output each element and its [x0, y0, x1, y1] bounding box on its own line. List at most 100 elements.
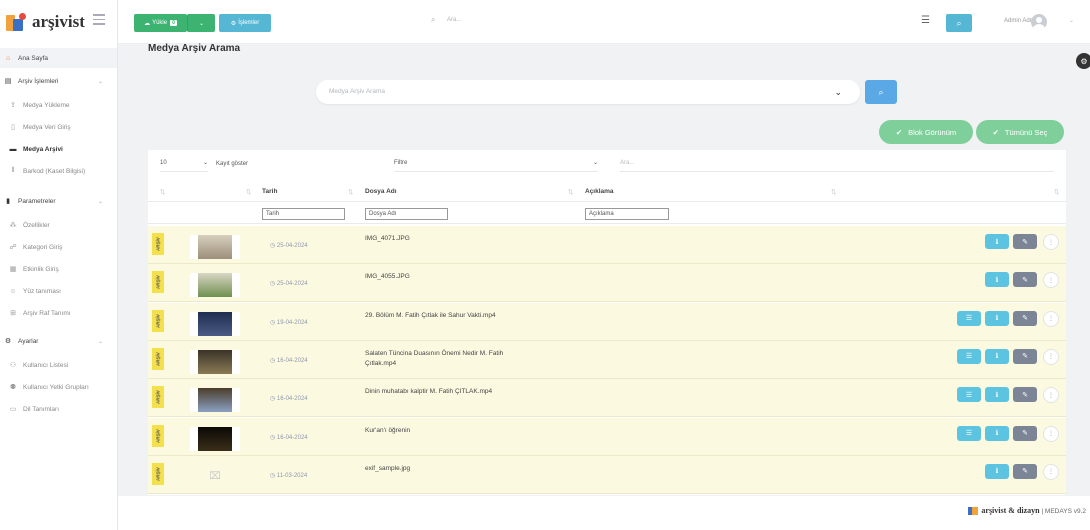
- sidebar-item-languages[interactable]: ▭ Dil Tanımları: [0, 398, 117, 420]
- sidebar-item-face-recognition[interactable]: ☺ Yüz tanıması: [0, 280, 117, 302]
- sidebar-item-barcode[interactable]: ⦀ Barkod (Kaset Bilgisi): [0, 160, 117, 182]
- details-list-button[interactable]: ☰: [957, 348, 981, 364]
- settings-gear-icon[interactable]: ⚙: [1076, 53, 1090, 69]
- sort-icon[interactable]: ⇅: [1054, 188, 1059, 196]
- media-thumbnail[interactable]: [190, 349, 240, 374]
- footer: arşivist & dizayn | MEDAYS v9.2: [118, 496, 1090, 530]
- row-filename: Kur'an'ı öğrenin: [365, 426, 411, 434]
- media-thumbnail[interactable]: [190, 426, 240, 451]
- page-size-select[interactable]: 10 ⌄: [160, 160, 208, 172]
- more-button[interactable]: ⋮: [1043, 348, 1059, 365]
- sidebar-item-home[interactable]: ⌂ Ana Sayfa: [0, 48, 117, 68]
- chevron-down-icon[interactable]: ⌄: [1069, 17, 1074, 24]
- media-search-input[interactable]: Medya Arşiv Arama ⌄: [316, 80, 860, 104]
- logo-icon: [6, 11, 28, 33]
- edit-button[interactable]: ✎: [1013, 348, 1037, 364]
- sidebar-item-shelf[interactable]: ⊞ Arşiv Raf Tanımı: [0, 302, 117, 324]
- column-header-date[interactable]: Tarih: [262, 188, 277, 195]
- info-button[interactable]: ℹ: [985, 234, 1009, 249]
- info-button[interactable]: ℹ: [985, 463, 1009, 479]
- table-row[interactable]: ARŞİV ◷ 16-04-2024 Salaten Tüncina Duasını…: [148, 340, 1066, 379]
- sidebar-group-parameters[interactable]: ▮ Parametreler ⌄: [0, 188, 117, 214]
- sidebar-item-category[interactable]: ☍ Kategori Giriş: [0, 236, 117, 258]
- details-list-button[interactable]: ☰: [957, 387, 981, 403]
- sort-icon[interactable]: ⇅: [246, 188, 251, 196]
- description-filter-input[interactable]: Açıklama: [585, 208, 669, 220]
- more-button[interactable]: ⋮: [1043, 310, 1059, 327]
- info-button[interactable]: ℹ: [985, 272, 1009, 288]
- operations-button[interactable]: ⚙ İşlemler: [219, 14, 271, 32]
- edit-button[interactable]: ✎: [1013, 234, 1037, 249]
- column-header-filename[interactable]: Dosya Adı: [365, 188, 397, 195]
- sidebar-item-features[interactable]: ⁂ Özellikler: [0, 214, 117, 236]
- table-row[interactable]: ARŞİV ◷ 19-04-2024 29. Bölüm M. Fatih Çıtl…: [148, 302, 1066, 341]
- media-thumbnail[interactable]: [190, 235, 240, 259]
- media-thumbnail[interactable]: [190, 388, 240, 413]
- sliders-icon[interactable]: ☰: [921, 15, 930, 26]
- sort-icon[interactable]: ⇅: [568, 188, 573, 196]
- upload-dropdown-button[interactable]: ⌄: [187, 14, 215, 32]
- top-search-button[interactable]: ⌕: [946, 14, 972, 32]
- more-button[interactable]: ⋮: [1043, 234, 1059, 250]
- info-button[interactable]: ℹ: [985, 387, 1009, 403]
- block-view-button[interactable]: ✔ Blok Görünüm: [879, 120, 973, 144]
- chevron-down-icon[interactable]: ⌄: [834, 80, 842, 104]
- filter-select[interactable]: Filtre ⌄: [394, 160, 598, 172]
- media-search-button[interactable]: ⌕: [865, 80, 897, 104]
- table-row[interactable]: ARŞİV ◷ 25-04-2024 IMG_4055.JPG ℹ ✎ ⋮: [148, 264, 1066, 303]
- calendar-icon: ▦: [9, 266, 17, 273]
- select-all-button[interactable]: ✔ Tümünü Seç: [976, 120, 1064, 144]
- edit-button[interactable]: ✎: [1013, 425, 1037, 441]
- edit-button[interactable]: ✎: [1013, 310, 1037, 326]
- upload-cloud-icon: ☁: [144, 20, 151, 27]
- media-thumbnail[interactable]: [190, 273, 240, 298]
- archive-tag: ARŞİV: [152, 271, 164, 294]
- info-icon: ℹ: [995, 315, 999, 323]
- info-button[interactable]: ℹ: [985, 425, 1009, 441]
- sidebar-item-user-list[interactable]: ⚇ Kullanıcı Listesi: [0, 354, 117, 376]
- table-search-input[interactable]: Ara...: [620, 160, 1054, 172]
- table-row[interactable]: ARŞİV ◷ 25-04-2024 IMG_4071.JPG ℹ ✎ ⋮: [148, 226, 1066, 264]
- sort-icon[interactable]: ⇅: [160, 188, 165, 196]
- more-button[interactable]: ⋮: [1043, 463, 1059, 480]
- archive-tag: ARŞİV: [152, 424, 164, 447]
- edit-icon: ✎: [1022, 353, 1028, 361]
- sidebar-group-archive[interactable]: ▤ Arşiv İşlemleri ⌄: [0, 68, 117, 94]
- info-icon: ℹ: [995, 391, 999, 399]
- media-thumbnail[interactable]: [190, 311, 240, 336]
- logo[interactable]: arşivist: [0, 0, 117, 44]
- table-row[interactable]: ARŞİV ◷ 16-04-2024 Dinin muhatabı kalptir …: [148, 379, 1066, 418]
- logo-icon: [967, 507, 978, 516]
- info-button[interactable]: ℹ: [985, 348, 1009, 364]
- archive-icon: ▤: [4, 78, 12, 85]
- column-header-description[interactable]: Açıklama: [585, 188, 614, 195]
- filename-filter-input[interactable]: Dosya Adı: [365, 208, 448, 220]
- sidebar-item-media-archive[interactable]: ▬ Medya Arşivi: [0, 138, 117, 160]
- details-list-button[interactable]: ☰: [957, 425, 981, 441]
- nodes-icon: ⁂: [9, 222, 17, 229]
- row-filename: Salaten Tüncina Duasının Önemi Nedir M. …: [365, 349, 504, 367]
- table-row[interactable]: ARŞİV ◷ 16-04-2024 Kur'an'ı öğrenin ☰ ℹ ✎ ⋮: [148, 417, 1066, 456]
- edit-button[interactable]: ✎: [1013, 272, 1037, 288]
- sidebar-item-media-data-entry[interactable]: ▯ Medya Veri Giriş: [0, 116, 117, 138]
- date-filter-input[interactable]: Tarih: [262, 208, 345, 220]
- sidebar-item-user-groups[interactable]: ⚉ Kullanıcı Yetki Grupları: [0, 376, 117, 398]
- more-button[interactable]: ⋮: [1043, 272, 1059, 289]
- sort-icon[interactable]: ⇅: [831, 188, 836, 196]
- avatar[interactable]: [1031, 14, 1047, 30]
- info-button[interactable]: ℹ: [985, 310, 1009, 326]
- table-row[interactable]: ARŞİV ⌧ ◷ 11-03-2024 exif_sample.jpg ℹ ✎ ⋮: [148, 455, 1066, 494]
- details-list-button[interactable]: ☰: [957, 310, 981, 326]
- chevron-down-icon: ⌄: [97, 198, 103, 205]
- more-button[interactable]: ⋮: [1043, 387, 1059, 404]
- top-search-input[interactable]: Ara...: [447, 17, 461, 23]
- sidebar-item-event[interactable]: ▦ Etkinlik Giriş: [0, 258, 117, 280]
- sort-icon[interactable]: ⇅: [348, 188, 353, 196]
- sidebar-item-media-upload[interactable]: ⇪ Medya Yükleme: [0, 94, 117, 116]
- menu-toggle-icon[interactable]: [93, 14, 105, 28]
- sidebar-group-settings[interactable]: ⚙ Ayarlar ⌄: [0, 328, 117, 354]
- edit-button[interactable]: ✎: [1013, 463, 1037, 479]
- upload-button[interactable]: ☁ Yükle 0: [134, 14, 187, 32]
- more-button[interactable]: ⋮: [1043, 425, 1059, 442]
- edit-button[interactable]: ✎: [1013, 387, 1037, 403]
